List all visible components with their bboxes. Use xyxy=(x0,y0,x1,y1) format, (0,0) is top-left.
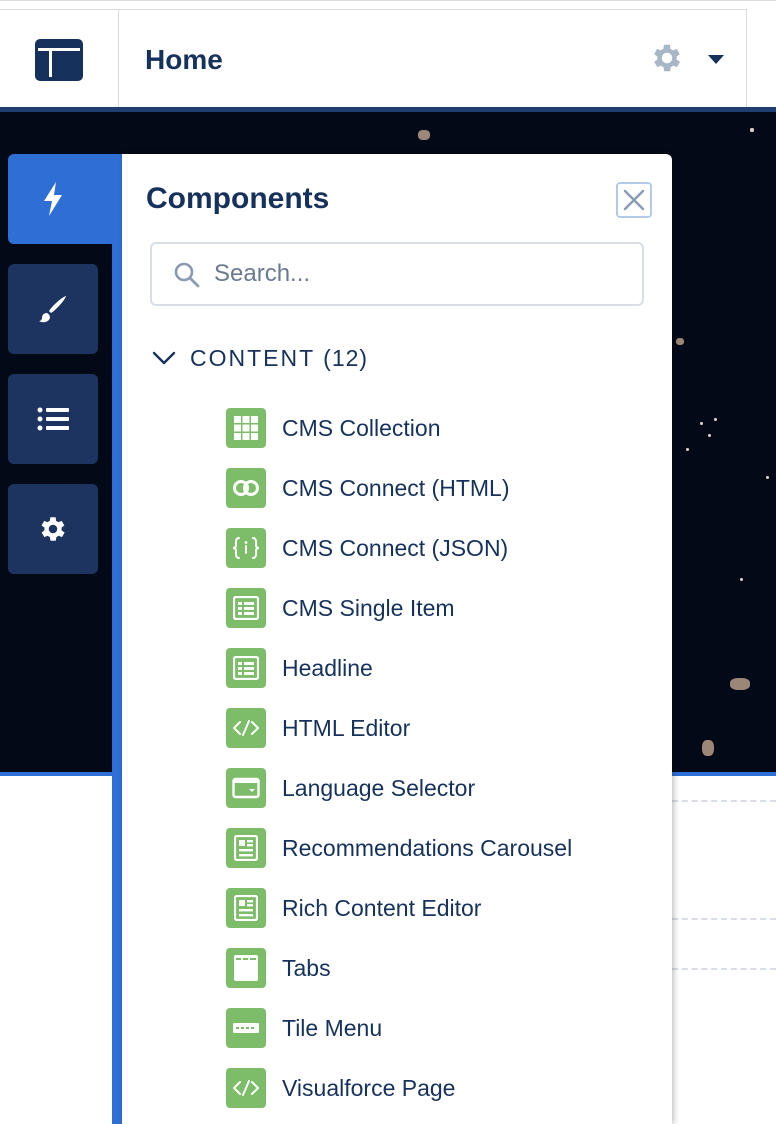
layout-button[interactable] xyxy=(0,9,119,109)
component-label: CMS Connect (JSON) xyxy=(282,534,509,561)
background-speck xyxy=(676,338,684,345)
close-panel-button[interactable] xyxy=(616,182,652,218)
component-visualforce-page[interactable]: Visualforce Page xyxy=(226,1058,656,1118)
grid-icon xyxy=(226,408,266,448)
component-tabs[interactable]: Tabs xyxy=(226,938,656,998)
tile-menu-icon xyxy=(226,1008,266,1048)
component-cms-collection[interactable]: CMS Collection xyxy=(226,398,656,458)
search-icon xyxy=(174,262,200,288)
document-icon xyxy=(226,888,266,928)
close-icon xyxy=(623,189,645,211)
background-speck xyxy=(418,130,430,140)
component-rich-content-editor[interactable]: Rich Content Editor xyxy=(226,878,656,938)
section-toggle-content[interactable]: CONTENT (12) xyxy=(152,340,368,376)
component-label: Recommendations Carousel xyxy=(282,834,573,861)
component-label: Headline xyxy=(282,654,373,681)
paintbrush-icon xyxy=(39,296,66,323)
component-label: CMS Connect (HTML) xyxy=(282,474,510,501)
document-icon xyxy=(226,828,266,868)
component-cms-single-item[interactable]: CMS Single Item xyxy=(226,578,656,638)
chevron-down-icon xyxy=(152,351,176,365)
page-selector[interactable]: Home xyxy=(119,9,747,109)
component-html-editor[interactable]: HTML Editor xyxy=(226,698,656,758)
panel-title: Components xyxy=(146,182,330,215)
section-count: (12) xyxy=(323,344,369,371)
component-label: CMS Collection xyxy=(282,414,441,441)
component-tile-menu[interactable]: Tile Menu xyxy=(226,998,656,1058)
chevron-down-icon[interactable] xyxy=(707,54,725,66)
component-headline[interactable]: Headline xyxy=(226,638,656,698)
dashed-region-line xyxy=(672,968,776,970)
component-label: HTML Editor xyxy=(282,714,411,741)
section-label: CONTENT xyxy=(190,344,316,371)
gear-icon[interactable] xyxy=(649,40,685,76)
json-braces-icon xyxy=(226,528,266,568)
theme-tab-button[interactable] xyxy=(8,264,98,354)
tabs-icon xyxy=(226,948,266,988)
search-input[interactable] xyxy=(214,254,634,294)
dashed-region-line xyxy=(672,800,776,802)
dashed-region-line xyxy=(672,918,776,920)
list-icon xyxy=(37,407,69,431)
article-icon xyxy=(226,588,266,628)
component-language-selector[interactable]: Language Selector xyxy=(226,758,656,818)
component-recommendations-carousel[interactable]: Recommendations Carousel xyxy=(226,818,656,878)
components-tab-button[interactable] xyxy=(8,154,122,244)
background-speck xyxy=(714,418,717,421)
components-panel: Components CONTENT (12) CMS C xyxy=(122,154,672,1124)
background-speck xyxy=(730,678,750,690)
component-label: Rich Content Editor xyxy=(282,894,482,921)
background-speck xyxy=(740,578,743,581)
lightning-bolt-icon xyxy=(44,182,62,216)
background-speck xyxy=(750,128,754,132)
page-title: Home xyxy=(145,44,223,75)
dropdown-icon xyxy=(226,768,266,808)
component-cms-connect-html[interactable]: CMS Connect (HTML) xyxy=(226,458,656,518)
code-icon xyxy=(226,708,266,748)
link-rings-icon xyxy=(226,468,266,508)
page-structure-tab-button[interactable] xyxy=(8,374,98,464)
search-box xyxy=(150,242,644,306)
component-label: Tabs xyxy=(282,954,331,981)
component-list: CMS Collection CMS Connect (HTML) CMS Co… xyxy=(226,398,656,1118)
gear-icon xyxy=(41,517,65,541)
article-icon xyxy=(226,648,266,688)
background-speck xyxy=(700,422,703,425)
component-label: Language Selector xyxy=(282,774,476,801)
background-speck xyxy=(686,448,689,451)
component-label: Visualforce Page xyxy=(282,1074,456,1101)
settings-tab-button[interactable] xyxy=(8,484,98,574)
component-label: Tile Menu xyxy=(282,1014,383,1041)
background-speck xyxy=(708,434,711,437)
background-speck xyxy=(766,476,769,479)
panel-edge xyxy=(112,154,122,1124)
layout-icon xyxy=(35,38,83,81)
code-icon xyxy=(226,1068,266,1108)
background-speck xyxy=(702,740,714,756)
component-cms-connect-json[interactable]: CMS Connect (JSON) xyxy=(226,518,656,578)
component-label: CMS Single Item xyxy=(282,594,455,621)
top-bar: Home xyxy=(0,0,776,113)
